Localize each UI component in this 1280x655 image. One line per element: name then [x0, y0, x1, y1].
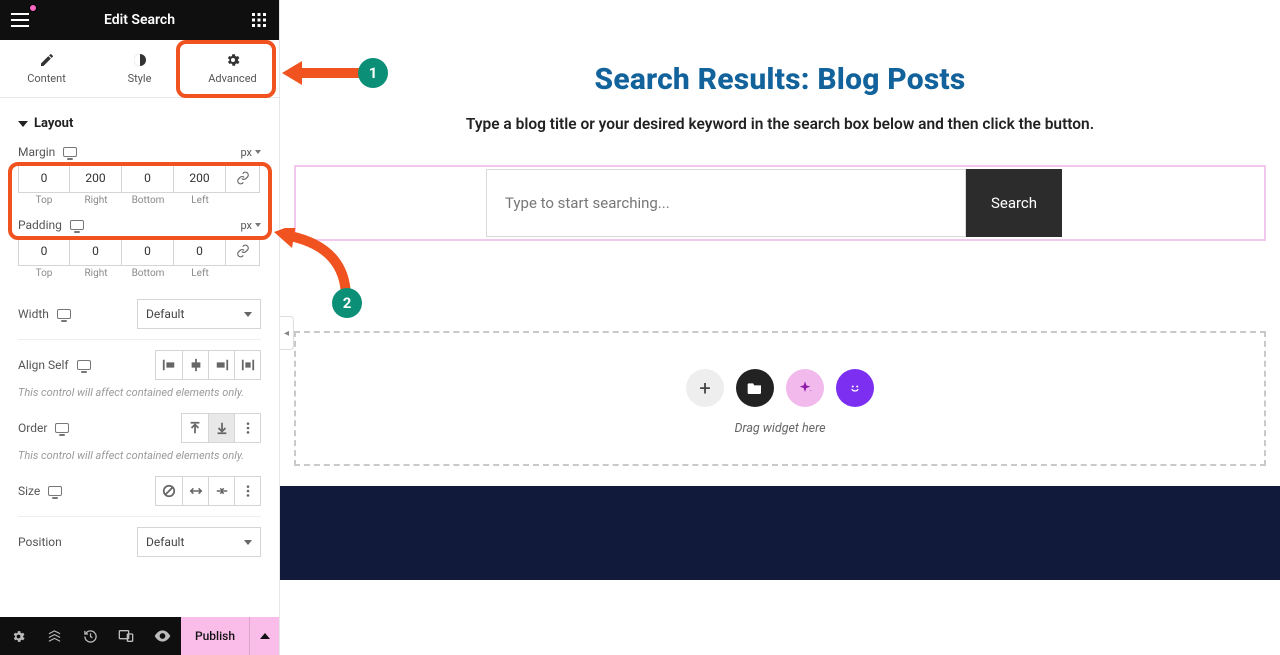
section-layout-toggle[interactable]: Layout [0, 110, 279, 141]
notification-dot-icon [29, 4, 37, 12]
size-more-button[interactable] [234, 477, 260, 505]
ai-assistant-button[interactable] [836, 369, 874, 407]
margin-right-input[interactable] [70, 163, 122, 193]
padding-right-caption: Right [70, 268, 122, 279]
responsive-button[interactable] [108, 617, 144, 655]
drop-zone-label: Drag widget here [735, 421, 826, 436]
menu-button[interactable] [6, 6, 34, 34]
width-label: Width [18, 307, 49, 321]
padding-link-button[interactable] [226, 236, 260, 266]
margin-link-button[interactable] [226, 163, 260, 193]
page-subtitle: Type a blog title or your desired keywor… [300, 115, 1260, 133]
footer-section [280, 486, 1280, 580]
margin-top-caption: Top [18, 195, 70, 206]
tab-style[interactable]: Style [93, 40, 186, 97]
align-self-label: Align Self [18, 358, 69, 372]
caret-down-icon [18, 121, 28, 127]
size-group [155, 476, 261, 506]
size-shrink-button[interactable] [208, 477, 234, 505]
search-button[interactable]: Search [966, 169, 1062, 237]
padding-bottom-caption: Bottom [122, 268, 174, 279]
order-more-button[interactable] [234, 414, 260, 442]
margin-bottom-input[interactable] [122, 163, 174, 193]
padding-label: Padding [18, 218, 62, 232]
responsive-icon[interactable] [63, 147, 77, 157]
margin-unit-select[interactable]: px [240, 146, 261, 159]
preview-button[interactable] [144, 617, 180, 655]
size-none-button[interactable] [156, 477, 182, 505]
responsive-icon[interactable] [55, 423, 69, 433]
responsive-icon[interactable] [57, 309, 71, 319]
responsive-icon[interactable] [48, 486, 62, 496]
align-end-button[interactable] [208, 351, 234, 379]
padding-top-input[interactable] [18, 236, 70, 266]
tab-style-label: Style [128, 72, 152, 85]
publish-options-button[interactable] [249, 617, 279, 655]
panel-title: Edit Search [104, 12, 175, 28]
align-center-button[interactable] [182, 351, 208, 379]
order-note: This control will affect contained eleme… [0, 447, 279, 472]
margin-top-input[interactable] [18, 163, 70, 193]
section-layout-label: Layout [34, 116, 73, 131]
responsive-icon[interactable] [77, 360, 91, 370]
size-label: Size [18, 484, 40, 498]
order-group [181, 413, 261, 443]
collapse-sidebar-button[interactable]: ◂ [280, 316, 294, 350]
widgets-grid-button[interactable] [245, 6, 273, 34]
history-button[interactable] [72, 617, 108, 655]
align-stretch-button[interactable] [234, 351, 260, 379]
search-input[interactable]: Type to start searching... [486, 169, 966, 237]
position-label: Position [18, 535, 62, 549]
padding-left-caption: Left [174, 268, 226, 279]
margin-left-caption: Left [174, 195, 226, 206]
order-label: Order [18, 421, 47, 435]
tab-advanced[interactable]: Advanced [186, 40, 279, 97]
navigator-button[interactable] [36, 617, 72, 655]
publish-button[interactable]: Publish [181, 617, 249, 655]
align-start-button[interactable] [156, 351, 182, 379]
margin-bottom-caption: Bottom [122, 195, 174, 206]
padding-left-input[interactable] [174, 236, 226, 266]
margin-right-caption: Right [70, 195, 122, 206]
drop-zone[interactable]: + Drag widget here [294, 331, 1266, 466]
tab-content[interactable]: Content [0, 40, 93, 97]
add-widget-button[interactable]: + [686, 369, 724, 407]
align-self-note: This control will affect contained eleme… [0, 384, 279, 409]
padding-bottom-input[interactable] [122, 236, 174, 266]
order-start-button[interactable] [182, 414, 208, 442]
ai-sparkle-button[interactable] [786, 369, 824, 407]
tab-content-label: Content [27, 72, 66, 85]
folder-button[interactable] [736, 369, 774, 407]
padding-right-input[interactable] [70, 236, 122, 266]
search-widget[interactable]: Type to start searching... Search [294, 165, 1266, 241]
settings-button[interactable] [0, 617, 36, 655]
margin-left-input[interactable] [174, 163, 226, 193]
margin-label: Margin [18, 145, 55, 159]
width-select[interactable]: Default [137, 299, 261, 329]
order-end-button[interactable] [208, 414, 234, 442]
position-select[interactable]: Default [137, 527, 261, 557]
padding-top-caption: Top [18, 268, 70, 279]
responsive-icon[interactable] [70, 220, 84, 230]
tab-advanced-label: Advanced [208, 72, 256, 85]
page-title: Search Results: Blog Posts [300, 62, 1260, 97]
size-grow-button[interactable] [182, 477, 208, 505]
padding-unit-select[interactable]: px [240, 219, 261, 232]
align-self-group [155, 350, 261, 380]
